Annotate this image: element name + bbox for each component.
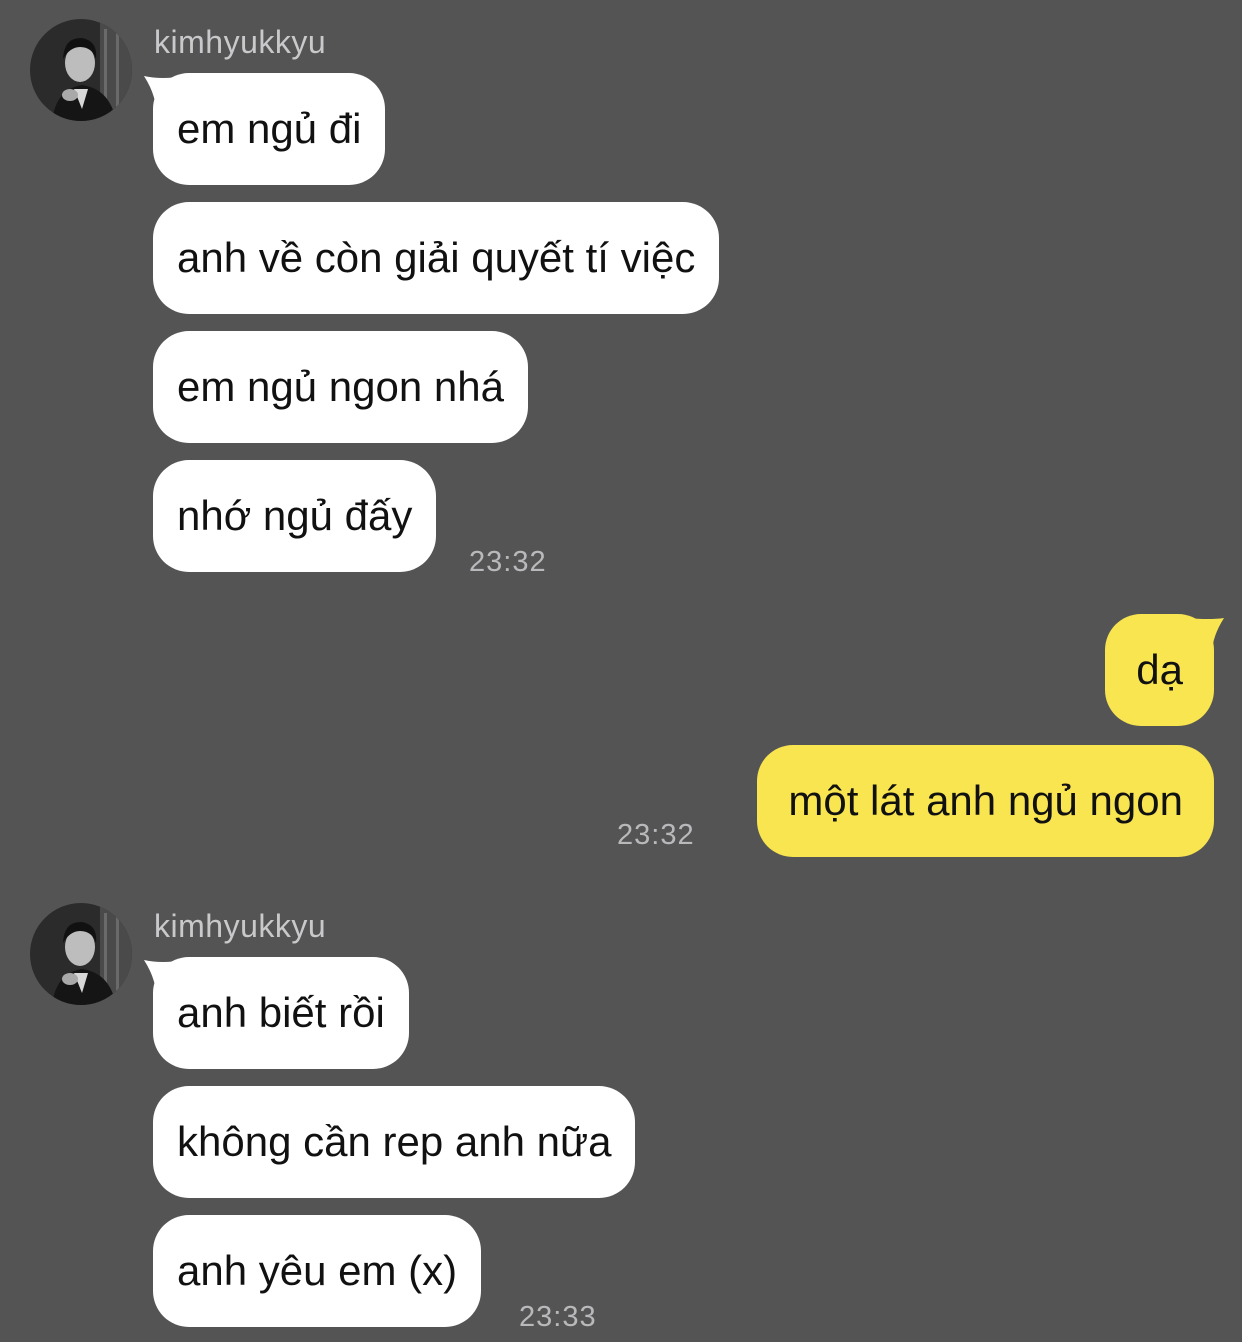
message-bubble[interactable]: anh yêu em (x) — [153, 1215, 482, 1327]
message-bubble[interactable]: anh về còn giải quyết tí việc — [153, 202, 720, 314]
message-timestamp: 23:32 — [617, 819, 695, 851]
profile-photo-avatar-icon — [30, 903, 132, 1005]
message-bubble[interactable]: anh biết rồi — [153, 957, 409, 1069]
message-bubble[interactable]: một lát anh ngủ ngon — [757, 745, 1214, 857]
message-timestamp: 23:32 — [469, 546, 547, 578]
message-bubble[interactable]: em ngủ ngon nhá — [153, 331, 528, 443]
message-bubble[interactable]: em ngủ đi — [153, 73, 386, 185]
sender-name: kimhyukkyu — [154, 24, 327, 60]
message-bubble[interactable]: dạ — [1105, 614, 1214, 726]
message-bubble[interactable]: không cần rep anh nữa — [153, 1086, 636, 1198]
avatar[interactable] — [30, 903, 132, 1005]
message-timestamp: 23:33 — [519, 1301, 597, 1333]
avatar[interactable] — [30, 19, 132, 121]
message-bubble[interactable]: nhớ ngủ đấy — [153, 460, 437, 572]
profile-photo-avatar-icon — [30, 19, 132, 121]
sender-name: kimhyukkyu — [154, 908, 327, 944]
